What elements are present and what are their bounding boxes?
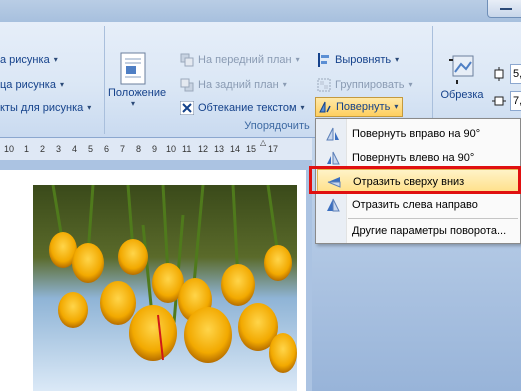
ruler-num: 17 [268, 144, 279, 154]
send-back-label: На задний план [198, 79, 279, 91]
more-rotation-label: Другие параметры поворота... [352, 225, 507, 237]
width-icon [492, 94, 506, 108]
ruler-num: 15 [246, 144, 257, 154]
ruler-num: 5 [88, 144, 94, 154]
ruler-num: 2 [40, 144, 46, 154]
more-rotation-options-item[interactable]: Другие параметры поворота... [317, 219, 519, 243]
flip-vertical-item[interactable]: Отразить сверху вниз [317, 169, 519, 193]
minimize-button[interactable] [487, 0, 521, 18]
rotate-right-90-item[interactable]: Повернуть вправо на 90° [317, 122, 519, 146]
ruler-num: 3 [56, 144, 62, 154]
ruler-num: 4 [72, 144, 78, 154]
rotate-left-90-item[interactable]: Повернуть влево на 90° [317, 146, 519, 170]
crop-button[interactable]: Обрезка [438, 52, 486, 101]
height-field[interactable]: 5, [492, 64, 521, 84]
position-button[interactable]: Положение ▾ [108, 52, 167, 108]
ruler-indent-marker-icon[interactable]: △ [260, 138, 266, 147]
flipped-tulip-photo[interactable] [33, 185, 297, 391]
ruler-num: 13 [214, 144, 225, 154]
picture-shape-label: кты для рисунка [0, 102, 84, 114]
picture-border-label: а рисунка [0, 54, 50, 66]
flip-vertical-icon [327, 177, 341, 188]
send-back-icon [180, 78, 194, 92]
rotate-left-label: Повернуть влево на 90° [352, 152, 475, 164]
height-icon [492, 67, 506, 81]
send-back-button[interactable]: На задний план ▾ [180, 76, 287, 94]
group-icon [317, 78, 331, 92]
document-area [0, 160, 312, 391]
ruler-num: 6 [104, 144, 110, 154]
flip-horizontal-icon [327, 198, 340, 212]
align-label: Выровнять [335, 54, 392, 66]
align-button[interactable]: Выровнять ▾ [317, 51, 399, 69]
horizontal-ruler[interactable]: 10 1 2 3 4 5 6 7 8 9 10 11 12 13 14 15 △… [0, 138, 312, 161]
flip-horizontal-item[interactable]: Отразить слева направо [317, 193, 519, 217]
rotate-dropdown-menu: Повернуть вправо на 90° Повернуть влево … [315, 118, 521, 244]
align-icon [317, 53, 331, 67]
wrap-text-button[interactable]: Обтекание текстом ▾ [179, 99, 305, 117]
position-icon [120, 52, 146, 85]
wrap-text-icon [179, 100, 195, 116]
picture-effects-item[interactable]: ца рисунка ▾ [0, 76, 64, 94]
picture-shape-item[interactable]: кты для рисунка ▾ [0, 99, 91, 117]
bring-front-button[interactable]: На передний план ▾ [180, 51, 300, 69]
ruler-num: 14 [230, 144, 241, 154]
rotate-icon [318, 100, 332, 114]
ruler-num: 9 [152, 144, 158, 154]
document-page[interactable] [0, 170, 306, 391]
rotate-button[interactable]: Повернуть ▾ [315, 97, 404, 117]
picture-border-item[interactable]: а рисунка ▾ [0, 51, 58, 69]
group-label: Группировать [335, 79, 405, 91]
wrap-text-label: Обтекание текстом [198, 102, 297, 114]
group-button[interactable]: Группировать ▾ [317, 76, 413, 94]
ruler-num: 12 [198, 144, 209, 154]
ruler-num: 11 [182, 144, 192, 154]
rotate-right-label: Повернуть вправо на 90° [352, 128, 481, 140]
ruler-num: 7 [120, 144, 126, 154]
ruler-num: 1 [24, 144, 30, 154]
bring-front-icon [180, 53, 194, 67]
width-value: 7, [510, 91, 521, 111]
ruler-num: 10 [166, 144, 177, 154]
width-field[interactable]: 7, [492, 91, 521, 111]
flip-horizontal-label: Отразить слева направо [352, 199, 478, 211]
bring-front-label: На передний план [198, 54, 292, 66]
picture-effects-label: ца рисунка [0, 79, 56, 91]
rotate-left-icon [327, 151, 340, 165]
ruler-num: 10 [4, 144, 15, 154]
rotate-label: Повернуть [336, 101, 391, 113]
crop-label: Обрезка [440, 89, 484, 101]
rotate-right-icon [326, 127, 339, 141]
height-value: 5, [510, 64, 521, 84]
title-bar [0, 0, 521, 22]
position-label: Положение [108, 87, 167, 99]
ruler-num: 8 [136, 144, 142, 154]
flip-vertical-label: Отразить сверху вниз [353, 176, 465, 188]
crop-icon [449, 55, 474, 84]
